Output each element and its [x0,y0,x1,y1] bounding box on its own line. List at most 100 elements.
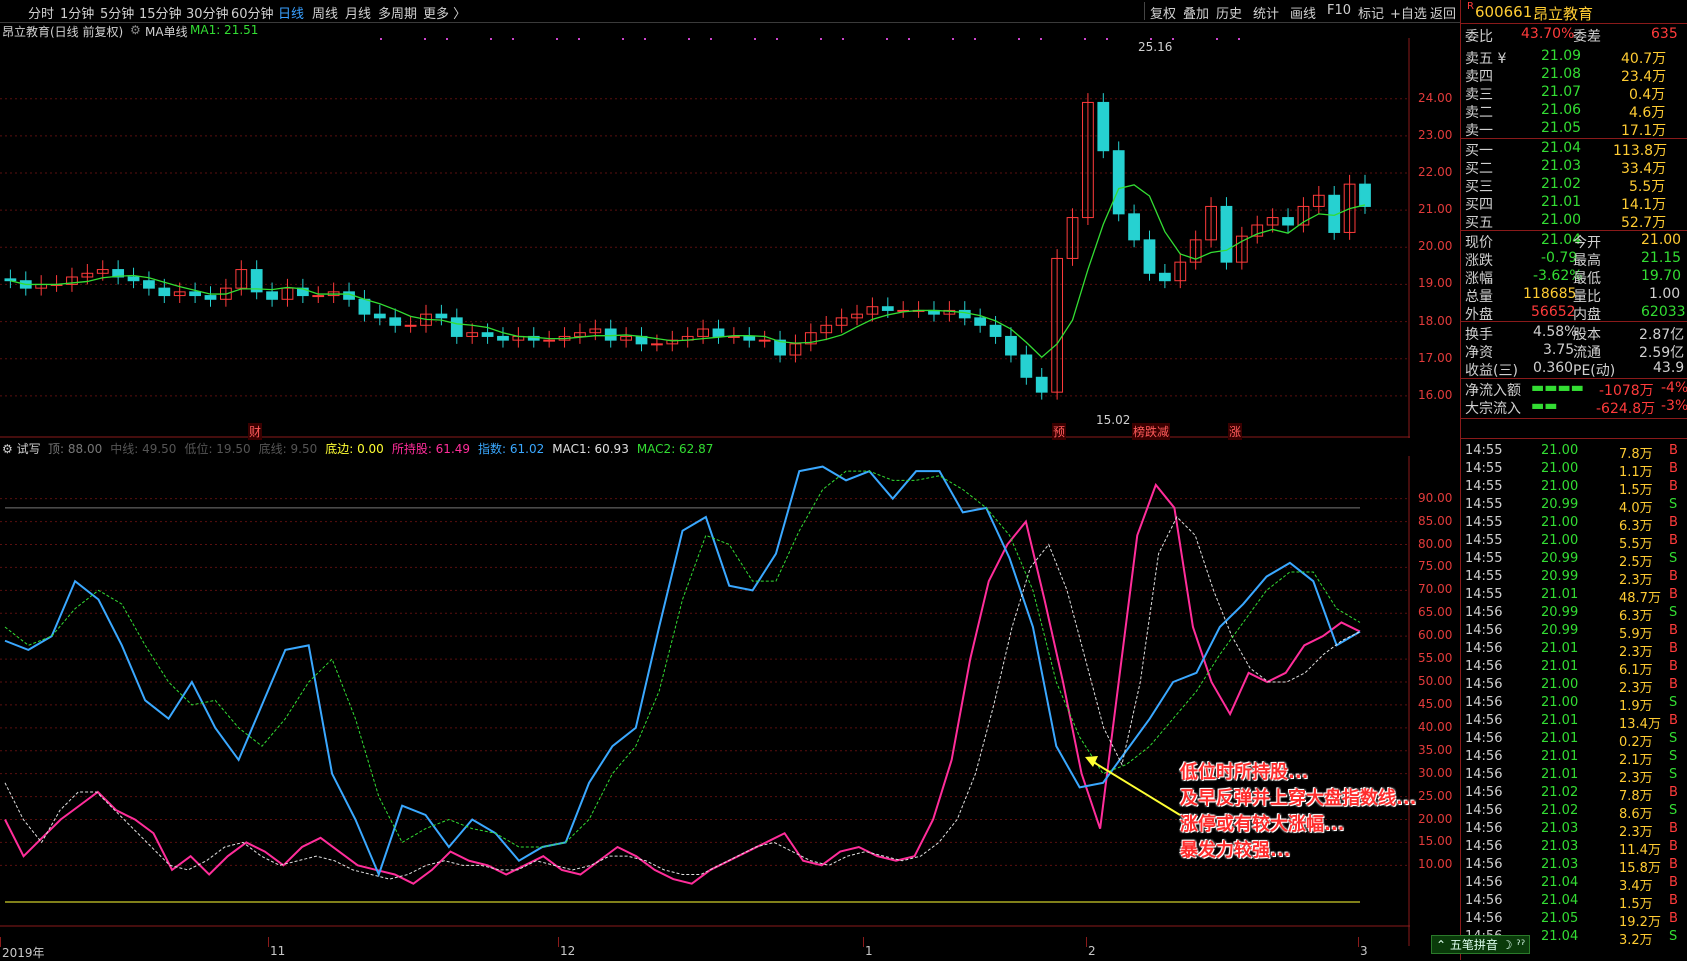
candle [1128,213,1140,241]
gear-icon[interactable]: ⚙ [130,23,141,37]
candle [1220,205,1233,263]
tab-30min[interactable]: 30分钟 [186,3,229,22]
indicator-chart[interactable] [0,456,1410,946]
sub-y-tick-label: 90.00 [1418,490,1453,505]
quote-panel: R 600661 昂立教育 委比 43.70% 委差 635 卖五 ¥21.09 40.7… [1431,0,1687,960]
y-tick-label: 23.00 [1418,127,1453,142]
sub-indicator-name[interactable]: ⚙ 试写 [2,440,41,457]
tab-60min[interactable]: 60分钟 [231,3,274,22]
tick-row: 14:55 21.00 6.3万 B [1465,515,1678,534]
stats-button[interactable]: 统计 [1253,3,1279,22]
candle [1112,150,1125,215]
history-button[interactable]: 历史 [1216,3,1242,22]
period-toolbar: 分时 1分钟 5分钟 15分钟 30分钟 60分钟 日线 周线 月线 多周期 更… [0,0,1460,23]
candle [450,317,463,337]
candlestick-chart[interactable] [0,38,1410,438]
sub-y-tick-label: 65.00 [1418,605,1453,620]
candle [1359,183,1371,207]
candle [881,306,894,311]
candle [1005,335,1017,356]
tick-row: 14:56 20.99 5.9万 B [1465,623,1678,642]
y-tick-label: 22.00 [1418,165,1453,179]
tab-5min[interactable]: 5分钟 [100,3,134,22]
event-marker[interactable]: 涨 [1228,423,1243,440]
mark-button[interactable]: 标记 [1358,3,1384,22]
quote-row: 卖五 ¥21.09 40.7万 [1465,48,1667,67]
candle [189,291,201,297]
quote-row: 卖四 21.08 23.4万 [1465,66,1667,85]
candle [743,335,756,341]
sub-y-tick-label: 30.00 [1418,765,1453,780]
tick-row: 14:56 21.02 8.6万 S [1465,803,1678,822]
tab-daily[interactable]: 日线 [278,3,304,22]
five-tick-button[interactable]: ⌃ 五笔拼音 ☽ ˀˀ [1431,935,1531,954]
quote-row: 大宗流入 ▬▬ -624.8万 -3% [1465,398,1687,417]
sub-y-tick-label: 55.00 [1418,651,1453,666]
low-label: 15.02 [1096,413,1131,427]
tab-monthly[interactable]: 月线 [345,3,371,22]
legend-item: 中线: 49.50 [110,442,177,456]
tick-row: 14:56 21.00 1.9万 S [1465,695,1678,714]
fuquan-button[interactable]: 复权 [1150,3,1176,22]
candle [712,328,725,337]
tick-row: 14:56 21.01 0.2万 S [1465,731,1678,750]
candle [1282,217,1294,226]
stock-code: 600661 [1475,3,1533,21]
sub-y-tick-label: 15.00 [1418,834,1453,849]
event-marker[interactable]: 榜跌减 [1132,423,1171,440]
tick-row: 14:55 21.00 1.5万 B [1465,479,1678,498]
candle [758,339,771,342]
y-tick-label: 16.00 [1418,387,1453,402]
y-tick-label: 18.00 [1418,313,1453,328]
add-watchlist-button[interactable]: +自选 [1390,3,1427,22]
sub-y-tick-label: 85.00 [1418,513,1453,528]
overlay-button[interactable]: 叠加 [1183,3,1209,22]
high-label: 25.16 [1138,40,1173,54]
f10-button[interactable]: F10 [1327,3,1351,18]
candle [989,324,1002,337]
tab-more[interactable]: 更多 〉 [423,3,466,22]
quote-row: 涨跌 -0.79 最高 21.15 [1465,250,1682,269]
quote-row: 买四 21.01 14.1万 [1465,194,1667,213]
quote-row: 买三 21.02 5.5万 [1465,176,1666,195]
sub-y-tick-label: 70.00 [1418,582,1453,597]
stock-name: 昂立教育 [1533,5,1594,23]
tab-fenshi[interactable]: 分时 [28,3,54,22]
event-marker[interactable]: 预 [1052,423,1067,440]
draw-button[interactable]: 画线 [1290,3,1316,22]
annotation-text: 低位时所持股... 及早反弹并上穿大盘指数线... 涨停或有较大涨幅... 暴发… [1180,762,1417,861]
candle [4,278,17,282]
tab-weekly[interactable]: 周线 [312,3,338,22]
sub-y-tick-label: 25.00 [1418,788,1453,803]
tab-multi-period[interactable]: 多周期 [378,3,417,22]
tab-1min[interactable]: 1分钟 [60,3,94,22]
x-tick-label: 2019年 [2,946,45,960]
tick-row: 14:56 21.01 2.1万 S [1465,749,1678,768]
event-marker[interactable]: 财 [248,423,263,440]
quote-row: 买二 21.03 33.4万 [1465,158,1667,177]
quote-row: 买五 21.00 52.7万 [1465,212,1667,231]
quote-row: 外盘 56652 内盘 62033 [1465,304,1686,323]
quote-row: 总量 118685 量比 1.00 [1465,286,1681,305]
candle [651,343,663,346]
candle [204,295,217,300]
sub-y-tick-label: 80.00 [1418,536,1453,551]
sub-y-tick-label: 35.00 [1418,742,1453,757]
candle [127,276,140,282]
candle [389,317,402,326]
candle [435,313,448,319]
tick-row: 14:55 20.99 2.5万 S [1465,551,1678,570]
candle [266,291,278,300]
x-tick-label: 1 [865,944,873,958]
candle [1158,272,1171,282]
tick-row: 14:55 21.01 48.7万 B [1465,587,1678,606]
tab-15min[interactable]: 15分钟 [139,3,182,22]
candle [312,295,325,298]
tick-row: 14:55 21.00 5.5万 B [1465,533,1678,552]
quote-row: 涨幅 -3.62% 最低 19.70 [1465,268,1682,287]
tick-row: 14:56 21.04 3.4万 B [1465,875,1678,894]
tick-row: 14:56 21.01 13.4万 B [1465,713,1678,732]
candle [1097,101,1110,152]
x-tick-label: 12 [560,944,576,958]
back-button[interactable]: 返回 [1430,3,1456,22]
